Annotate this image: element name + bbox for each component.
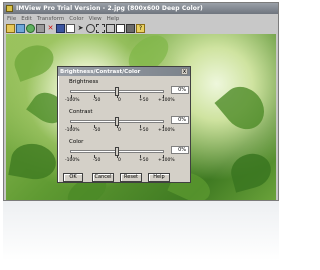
app-icon	[6, 5, 13, 12]
menu-help[interactable]: Help	[107, 16, 120, 22]
menu-file[interactable]: File	[7, 16, 16, 22]
cancel-button[interactable]: Cancel	[92, 173, 114, 182]
browse-icon[interactable]	[16, 24, 25, 33]
settings-icon[interactable]	[126, 24, 135, 33]
copy-icon[interactable]	[66, 24, 75, 33]
contrast-label: Contrast	[69, 109, 93, 115]
color-value-field[interactable]: 0%	[171, 146, 189, 154]
menu-color[interactable]: Color	[69, 16, 83, 22]
help-icon[interactable]: ?	[136, 24, 145, 33]
dialog-title-bar: Brightness/Contrast/Color	[58, 67, 190, 76]
scale-label: +50	[139, 158, 149, 163]
scale-label: 0	[118, 128, 121, 133]
refresh-icon[interactable]	[26, 24, 35, 33]
scale-label: -100%	[65, 158, 80, 163]
scale-label: +50	[139, 128, 149, 133]
title-bar: IMView Pro Trial Version - 2.jpg (800x60…	[4, 3, 278, 14]
scale-label: +50	[139, 98, 149, 103]
contrast-value-field[interactable]: 0%	[171, 116, 189, 124]
print-icon[interactable]	[36, 24, 45, 33]
scale-label: +100%	[158, 158, 175, 163]
color-label: Color	[69, 139, 84, 145]
scale-label: -100%	[65, 128, 80, 133]
scale-label: -100%	[65, 98, 80, 103]
pointer-icon[interactable]: ➤	[76, 24, 85, 33]
dialog-title: Brightness/Contrast/Color	[60, 68, 141, 75]
select-icon[interactable]	[106, 24, 115, 33]
scale-label: -50	[93, 128, 101, 133]
scale-label: 0	[118, 158, 121, 163]
help-button[interactable]: Help	[148, 173, 170, 182]
scale-label: -50	[93, 98, 101, 103]
scale-label: +100%	[158, 128, 175, 133]
save-icon[interactable]	[56, 24, 65, 33]
scale-label: +100%	[158, 98, 175, 103]
window-title: IMView Pro Trial Version - 2.jpg (800x60…	[16, 5, 203, 12]
toolbar: ✕ ➤ ?	[4, 23, 278, 34]
crop-icon[interactable]	[96, 24, 105, 33]
close-icon[interactable]: x	[181, 68, 188, 75]
menu-bar: File Edit Transform Color View Help	[4, 14, 278, 23]
menu-edit[interactable]: Edit	[21, 16, 32, 22]
ok-button[interactable]: OK	[63, 173, 83, 182]
zoom-icon[interactable]	[86, 24, 95, 33]
menu-view[interactable]: View	[89, 16, 102, 22]
open-icon[interactable]	[6, 24, 15, 33]
menu-transform[interactable]: Transform	[37, 16, 64, 22]
brightness-label: Brightness	[69, 79, 99, 85]
grid-icon[interactable]	[116, 24, 125, 33]
window-reflection	[3, 201, 279, 261]
scale-label: -50	[93, 158, 101, 163]
scale-label: 0	[118, 98, 121, 103]
brightness-contrast-dialog: Brightness/Contrast/Color x Brightness -…	[57, 66, 191, 183]
brightness-value-field[interactable]: 0%	[171, 86, 189, 94]
reset-button[interactable]: Reset	[120, 173, 142, 182]
delete-icon[interactable]: ✕	[46, 24, 55, 33]
